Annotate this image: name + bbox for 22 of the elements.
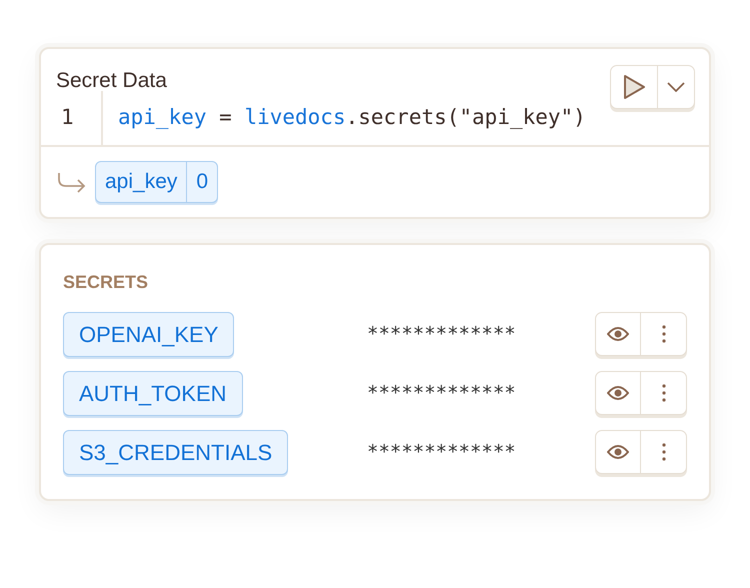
eye-icon	[607, 327, 629, 341]
eye-icon	[607, 445, 629, 459]
chevron-down-icon	[667, 82, 685, 92]
masked-secret-value: *************	[367, 322, 517, 347]
eye-icon	[607, 386, 629, 400]
more-vertical-icon	[662, 384, 666, 402]
secret-name-tag[interactable]: AUTH_TOKEN	[63, 370, 243, 416]
more-vertical-icon	[662, 325, 666, 343]
play-icon	[622, 74, 646, 100]
masked-secret-value: *************	[367, 440, 517, 465]
masked-secret-value: *************	[367, 380, 517, 406]
section-heading: SECRETS	[63, 270, 150, 294]
variable-name: api_key	[104, 169, 178, 195]
cell-title: Secret Data	[56, 68, 167, 94]
code-line: api_key = livedocs.secrets("api_key")	[117, 104, 586, 132]
line-number: 1	[61, 104, 74, 132]
output-variable-chip[interactable]: api_key 0	[95, 161, 218, 202]
return-arrow-icon	[57, 170, 87, 193]
variable-value: 0	[186, 162, 218, 202]
secret-name-tag[interactable]: S3_CREDENTIALS	[63, 430, 288, 474]
secret-name-tag[interactable]: OPENAI_KEY	[63, 312, 234, 356]
more-vertical-icon	[662, 443, 666, 461]
